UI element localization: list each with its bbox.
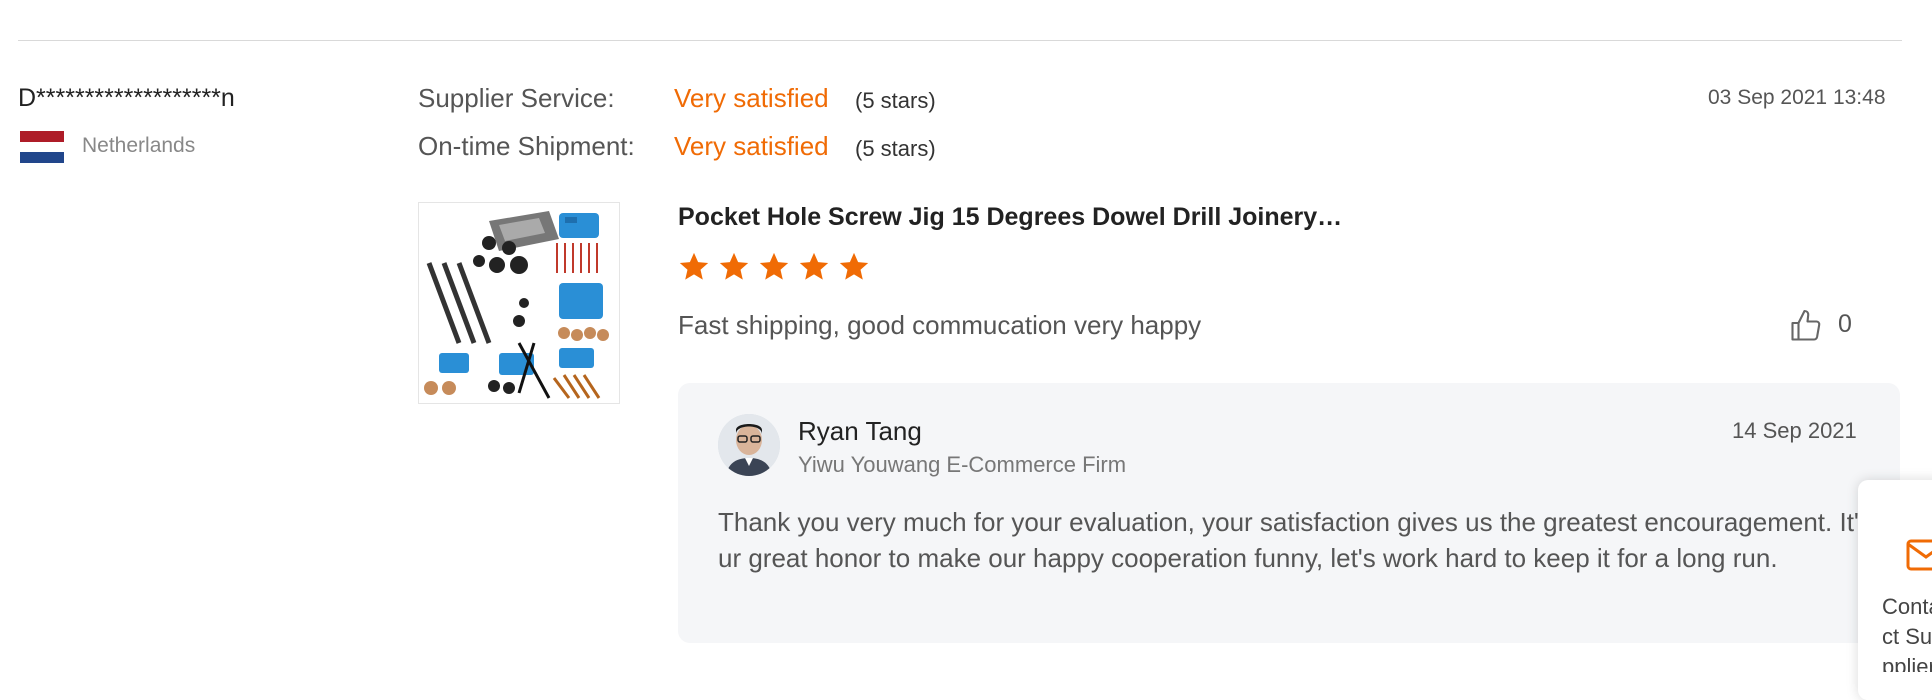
mail-icon[interactable] — [1906, 537, 1932, 573]
rating-label-shipment: On-time Shipment: — [418, 131, 635, 161]
rating-stars-shipment: (5 stars) — [855, 136, 936, 161]
star-icon — [759, 252, 789, 280]
top-divider — [18, 40, 1902, 41]
rating-label-supplier-service: Supplier Service: — [418, 83, 615, 113]
buyer-country: Netherlands — [82, 134, 196, 157]
review-date: 03 Sep 2021 13:48 — [1708, 86, 1886, 109]
review-text: Fast shipping, good commucation very hap… — [678, 310, 1202, 340]
product-star-rating — [677, 250, 871, 284]
rating-value-supplier-service: Very satisfied — [674, 83, 829, 113]
reply-date: 14 Sep 2021 — [1732, 418, 1857, 443]
replier-avatar — [718, 414, 780, 476]
thumbs-up-icon[interactable] — [1788, 308, 1824, 344]
avatar-photo-icon — [718, 414, 780, 476]
netherlands-flag-icon — [20, 131, 64, 163]
star-icon — [679, 252, 709, 280]
rating-stars-supplier-service: (5 stars) — [855, 88, 936, 113]
rating-value-shipment: Very satisfied — [674, 131, 829, 161]
product-image-icon — [419, 203, 619, 403]
star-icon — [719, 252, 749, 280]
like-count: 0 — [1838, 310, 1852, 338]
contact-supplier-label[interactable]: Contact Supplier — [1882, 592, 1932, 672]
reply-text: Thank you very much for your evaluation,… — [718, 507, 1894, 573]
product-title-link[interactable]: Pocket Hole Screw Jig 15 Degrees Dowel D… — [678, 203, 1342, 232]
buyer-name: D*******************n — [18, 84, 235, 112]
star-icon — [839, 252, 869, 280]
star-icon — [799, 252, 829, 280]
replier-name: Ryan Tang — [798, 416, 922, 446]
product-thumbnail[interactable] — [418, 202, 620, 404]
replier-company: Yiwu Youwang E-Commerce Firm — [798, 452, 1127, 477]
